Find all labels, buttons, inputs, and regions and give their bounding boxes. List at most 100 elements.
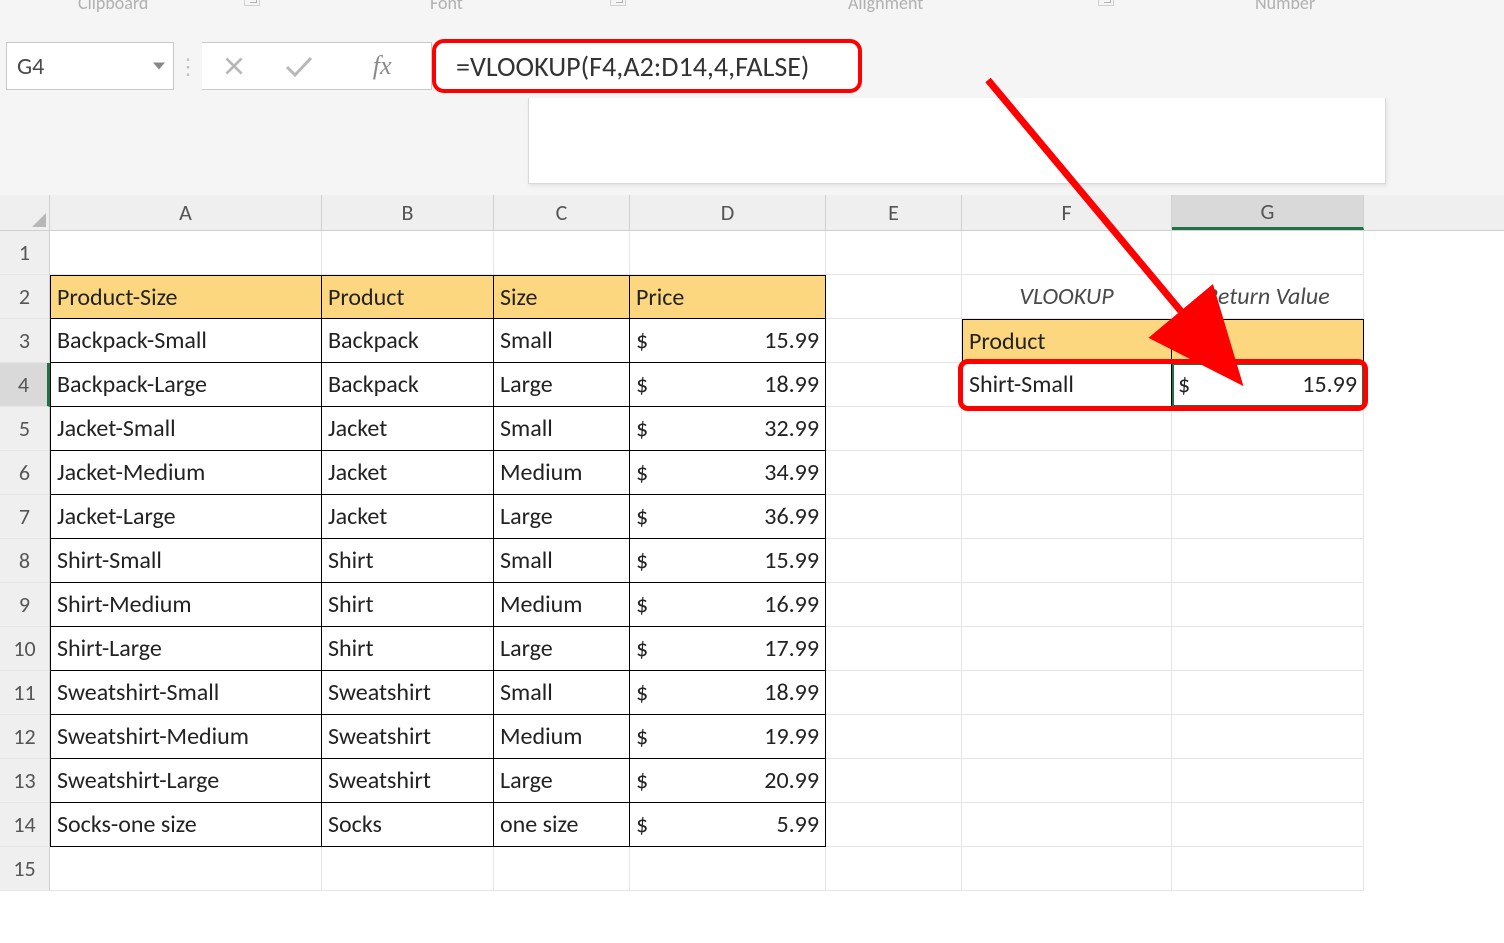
cell-A12[interactable]: Sweatshirt-Medium <box>50 715 322 759</box>
cell-C14[interactable]: one size <box>494 803 630 847</box>
enter-icon[interactable] <box>284 53 314 79</box>
cell-F6[interactable] <box>962 451 1172 495</box>
cancel-icon[interactable] <box>221 53 247 79</box>
cell-A7[interactable]: Jacket-Large <box>50 495 322 539</box>
col-header-B[interactable]: B <box>322 195 494 230</box>
col-header-C[interactable]: C <box>494 195 630 230</box>
col-header-G[interactable]: G <box>1172 195 1364 230</box>
row-header[interactable]: 11 <box>0 671 50 715</box>
cell-F1[interactable] <box>962 231 1172 275</box>
row-header[interactable]: 3 <box>0 319 50 363</box>
cell-G10[interactable] <box>1172 627 1364 671</box>
chevron-down-icon[interactable] <box>153 63 165 70</box>
cell-G15[interactable] <box>1172 847 1364 891</box>
cell-B3[interactable]: Backpack <box>322 319 494 363</box>
cell-A15[interactable] <box>50 847 322 891</box>
cell-F4[interactable]: Shirt-Small <box>962 363 1172 407</box>
cell-C7[interactable]: Large <box>494 495 630 539</box>
cell-F8[interactable] <box>962 539 1172 583</box>
cell-B6[interactable]: Jacket <box>322 451 494 495</box>
cell-G2[interactable]: Return Value <box>1172 275 1364 319</box>
cell-D2[interactable]: Price <box>630 275 826 319</box>
col-header-D[interactable]: D <box>630 195 826 230</box>
row-header[interactable]: 2 <box>0 275 50 319</box>
cell-E3[interactable] <box>826 319 962 363</box>
cell-E11[interactable] <box>826 671 962 715</box>
cell-B12[interactable]: Sweatshirt <box>322 715 494 759</box>
insert-function-button[interactable]: fx <box>352 51 412 81</box>
cell-C1[interactable] <box>494 231 630 275</box>
cell-F9[interactable] <box>962 583 1172 627</box>
cell-C9[interactable]: Medium <box>494 583 630 627</box>
cell-F14[interactable] <box>962 803 1172 847</box>
cell-G9[interactable] <box>1172 583 1364 627</box>
cell-B13[interactable]: Sweatshirt <box>322 759 494 803</box>
cell-G4[interactable]: $15.99 <box>1172 363 1364 407</box>
cell-B10[interactable]: Shirt <box>322 627 494 671</box>
cell-D4[interactable]: $18.99 <box>630 363 826 407</box>
cell-G6[interactable] <box>1172 451 1364 495</box>
cell-A2[interactable]: Product-Size <box>50 275 322 319</box>
cell-E6[interactable] <box>826 451 962 495</box>
cell-D9[interactable]: $16.99 <box>630 583 826 627</box>
cell-E1[interactable] <box>826 231 962 275</box>
cell-D3[interactable]: $15.99 <box>630 319 826 363</box>
cell-C5[interactable]: Small <box>494 407 630 451</box>
name-box[interactable]: G4 <box>6 42 174 90</box>
row-header[interactable]: 15 <box>0 847 50 891</box>
cell-A8[interactable]: Shirt-Small <box>50 539 322 583</box>
cell-G7[interactable] <box>1172 495 1364 539</box>
cell-E10[interactable] <box>826 627 962 671</box>
cell-C6[interactable]: Medium <box>494 451 630 495</box>
cell-E8[interactable] <box>826 539 962 583</box>
cell-D10[interactable]: $17.99 <box>630 627 826 671</box>
cell-A5[interactable]: Jacket-Small <box>50 407 322 451</box>
cell-C13[interactable]: Large <box>494 759 630 803</box>
cell-D11[interactable]: $18.99 <box>630 671 826 715</box>
cell-D12[interactable]: $19.99 <box>630 715 826 759</box>
cell-D6[interactable]: $34.99 <box>630 451 826 495</box>
row-header[interactable]: 10 <box>0 627 50 671</box>
cell-A3[interactable]: Backpack-Small <box>50 319 322 363</box>
cell-A13[interactable]: Sweatshirt-Large <box>50 759 322 803</box>
cell-B9[interactable]: Shirt <box>322 583 494 627</box>
cell-G12[interactable] <box>1172 715 1364 759</box>
cell-B15[interactable] <box>322 847 494 891</box>
cell-B2[interactable]: Product <box>322 275 494 319</box>
cell-F11[interactable] <box>962 671 1172 715</box>
cell-C12[interactable]: Medium <box>494 715 630 759</box>
cell-B5[interactable]: Jacket <box>322 407 494 451</box>
cell-D7[interactable]: $36.99 <box>630 495 826 539</box>
cell-C15[interactable] <box>494 847 630 891</box>
cell-F5[interactable] <box>962 407 1172 451</box>
cell-C11[interactable]: Small <box>494 671 630 715</box>
cell-G13[interactable] <box>1172 759 1364 803</box>
cell-F7[interactable] <box>962 495 1172 539</box>
col-header-F[interactable]: F <box>962 195 1172 230</box>
cell-A4[interactable]: Backpack-Large <box>50 363 322 407</box>
cell-B4[interactable]: Backpack <box>322 363 494 407</box>
cell-F10[interactable] <box>962 627 1172 671</box>
cell-E9[interactable] <box>826 583 962 627</box>
cell-F13[interactable] <box>962 759 1172 803</box>
select-all-corner[interactable] <box>0 195 50 230</box>
col-header-E[interactable]: E <box>826 195 962 230</box>
cell-F12[interactable] <box>962 715 1172 759</box>
cell-B8[interactable]: Shirt <box>322 539 494 583</box>
cell-A14[interactable]: Socks-one size <box>50 803 322 847</box>
cell-B1[interactable] <box>322 231 494 275</box>
dialog-launcher-icon[interactable] <box>1098 0 1114 6</box>
cell-E4[interactable] <box>826 363 962 407</box>
cell-C3[interactable]: Small <box>494 319 630 363</box>
cell-B11[interactable]: Sweatshirt <box>322 671 494 715</box>
spreadsheet-grid[interactable]: A B C D E F G 1 2 Product-Size Product S… <box>0 195 1504 943</box>
cell-C8[interactable]: Small <box>494 539 630 583</box>
cell-E15[interactable] <box>826 847 962 891</box>
row-header[interactable]: 12 <box>0 715 50 759</box>
row-header[interactable]: 9 <box>0 583 50 627</box>
cell-F2[interactable]: VLOOKUP <box>962 275 1172 319</box>
row-header[interactable]: 13 <box>0 759 50 803</box>
row-header[interactable]: 5 <box>0 407 50 451</box>
cell-G3[interactable]: Price <box>1172 319 1364 363</box>
cell-C10[interactable]: Large <box>494 627 630 671</box>
